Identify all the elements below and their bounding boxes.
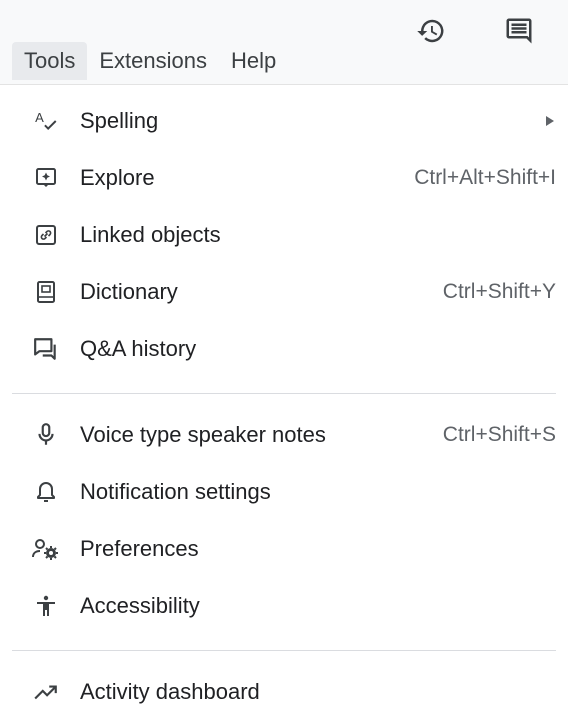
spelling-icon: A <box>32 107 60 135</box>
menu-item-label: Explore <box>80 164 155 190</box>
menu-item-label: Activity dashboard <box>80 678 260 704</box>
svg-text:A: A <box>35 110 44 125</box>
menu-item-notification-settings[interactable]: Notification settings <box>0 463 568 520</box>
menu-item-label: Notification settings <box>80 478 271 504</box>
qa-history-icon <box>32 335 60 363</box>
menu-item-shortcut: Ctrl+Shift+S <box>442 422 556 446</box>
menu-item-accessibility[interactable]: Accessibility <box>0 577 568 634</box>
menu-item-qa-history[interactable]: Q&A history <box>0 320 568 377</box>
menu-item-dictionary[interactable]: Dictionary Ctrl+Shift+Y <box>0 263 568 320</box>
menu-item-activity-dashboard[interactable]: Activity dashboard <box>0 663 568 707</box>
menu-item-label: Dictionary <box>80 278 178 304</box>
menu-item-linked-objects[interactable]: Linked objects <box>0 206 568 263</box>
preferences-icon <box>32 535 60 563</box>
microphone-icon <box>32 421 60 449</box>
menu-item-label: Spelling <box>80 107 159 133</box>
linked-objects-icon <box>32 221 60 249</box>
menu-item-label: Linked objects <box>80 221 221 247</box>
tools-dropdown-menu: A Spelling Explore Ctrl+Alt+Shift+I Link… <box>0 92 568 707</box>
accessibility-icon <box>32 592 60 620</box>
comments-icon[interactable] <box>502 14 536 48</box>
menubar-extensions[interactable]: Extensions <box>87 42 219 80</box>
menu-item-preferences[interactable]: Preferences <box>0 520 568 577</box>
menu-item-label: Voice type speaker notes <box>80 421 326 447</box>
trending-up-icon <box>32 678 60 706</box>
menu-item-label: Preferences <box>80 535 199 561</box>
submenu-arrow-icon <box>546 115 554 126</box>
menu-item-spelling[interactable]: A Spelling <box>0 92 568 149</box>
dictionary-icon <box>32 278 60 306</box>
slides-tools-menu-screen: Tools Extensions Help A Spelling Explore… <box>0 0 568 707</box>
menubar-help[interactable]: Help <box>219 42 288 80</box>
menu-item-shortcut: Ctrl+Shift+Y <box>442 279 556 303</box>
top-toolbar: Tools Extensions Help <box>0 0 568 85</box>
menu-item-shortcut: Ctrl+Alt+Shift+I <box>414 165 556 189</box>
menu-item-explore[interactable]: Explore Ctrl+Alt+Shift+I <box>0 149 568 206</box>
menu-item-label: Q&A history <box>80 335 197 361</box>
menubar-tools[interactable]: Tools <box>12 42 88 80</box>
bell-icon <box>32 478 60 506</box>
menu-item-voice-type[interactable]: Voice type speaker notes Ctrl+Shift+S <box>0 406 568 463</box>
history-icon[interactable] <box>414 14 448 48</box>
menu-bar: Tools Extensions Help <box>12 42 288 80</box>
menu-item-label: Accessibility <box>80 592 200 618</box>
explore-icon <box>32 164 60 192</box>
